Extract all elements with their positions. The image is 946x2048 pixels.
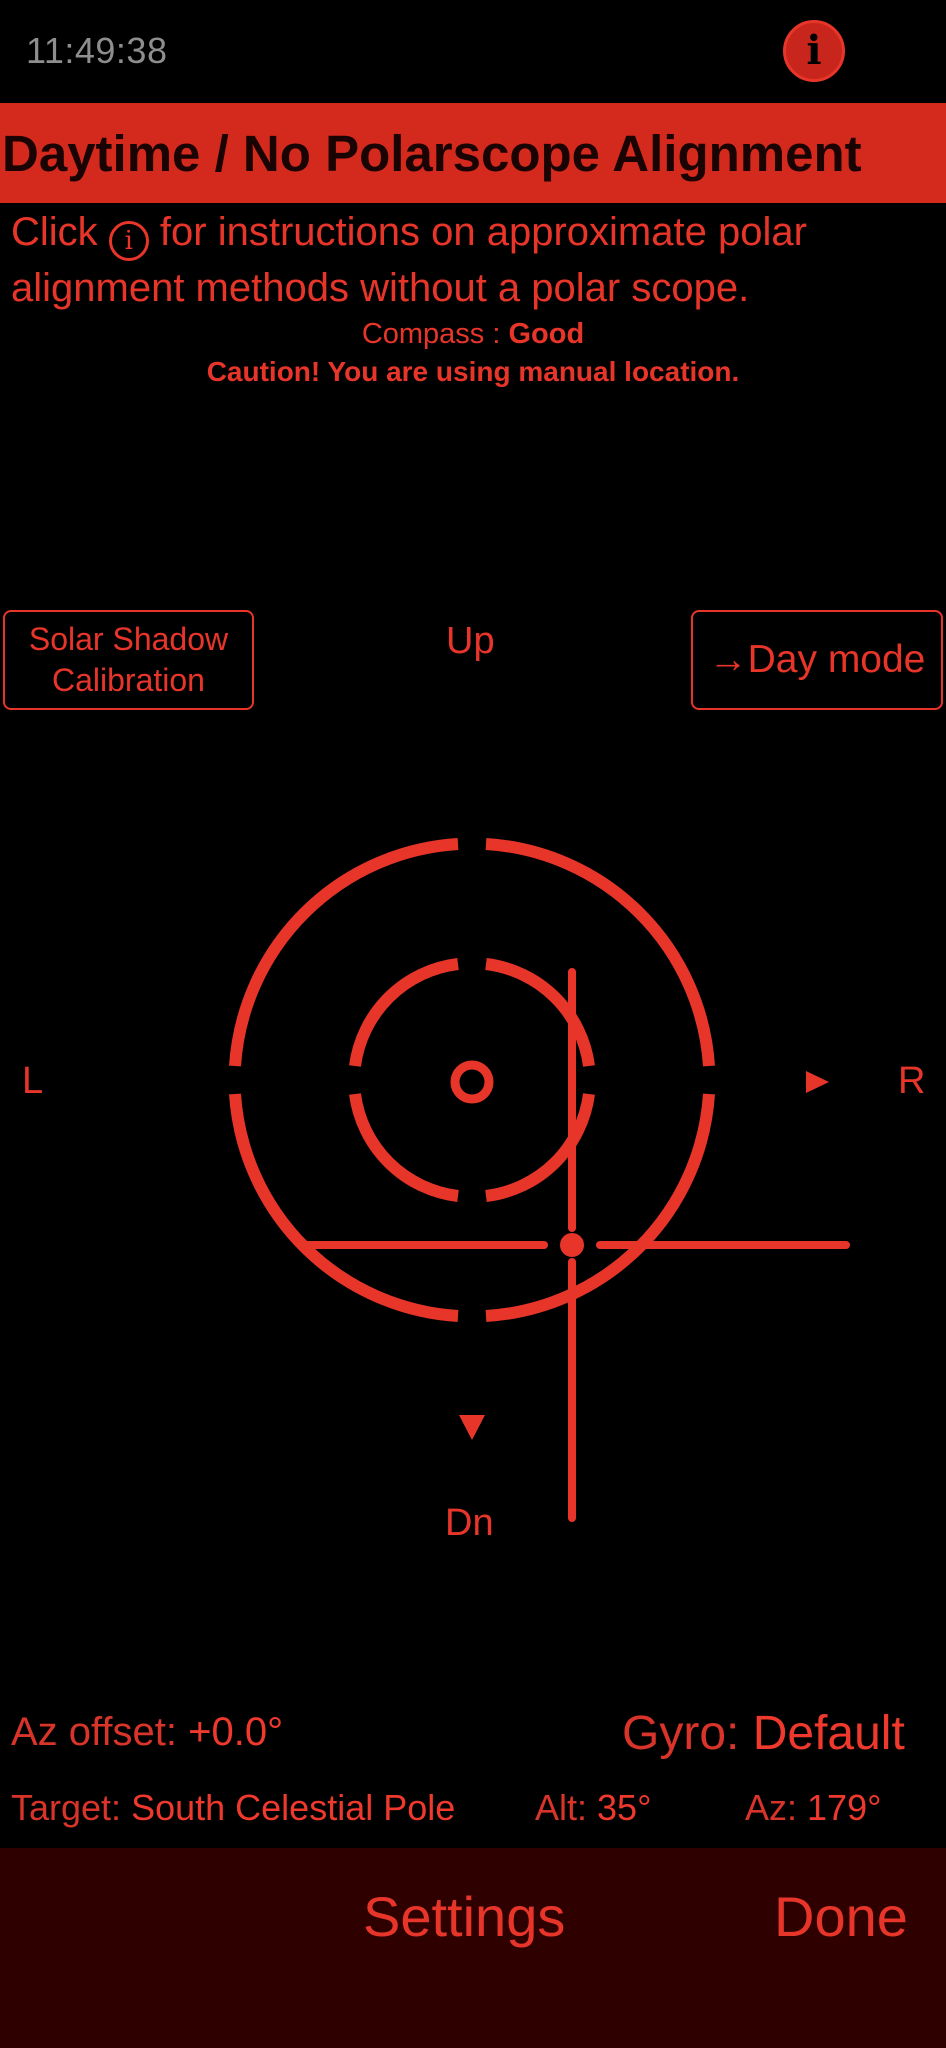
azimuth-readout: Az: 179° [745, 1787, 882, 1829]
arrow-down-icon [459, 1415, 485, 1440]
crosshair-center-dot [560, 1233, 584, 1257]
az-offset-label: Az offset: [11, 1710, 178, 1754]
az-offset-value: +0.0° [188, 1710, 284, 1754]
settings-button[interactable]: Settings [363, 1884, 565, 1949]
az-offset-readout: Az offset: +0.0° [11, 1710, 283, 1755]
target-readout: Target: South Celestial Pole [11, 1787, 455, 1829]
center-circle [450, 1060, 494, 1104]
alt-label: Alt: [535, 1787, 588, 1828]
target-label: Target: [11, 1787, 122, 1828]
target-value: South Celestial Pole [131, 1787, 456, 1828]
alt-value: 35° [597, 1787, 652, 1828]
gyro-readout[interactable]: Gyro: Default [622, 1706, 905, 1761]
arrow-right-icon [806, 1071, 829, 1093]
gyro-label: Gyro: [622, 1707, 740, 1760]
az-label: Az: [745, 1787, 798, 1828]
gyro-value: Default [752, 1707, 905, 1760]
done-button[interactable]: Done [774, 1884, 908, 1949]
altitude-readout: Alt: 35° [535, 1787, 651, 1829]
az-value: 179° [807, 1787, 882, 1828]
polar-alignment-reticle [229, 838, 850, 1522]
inner-ring [349, 958, 595, 1202]
